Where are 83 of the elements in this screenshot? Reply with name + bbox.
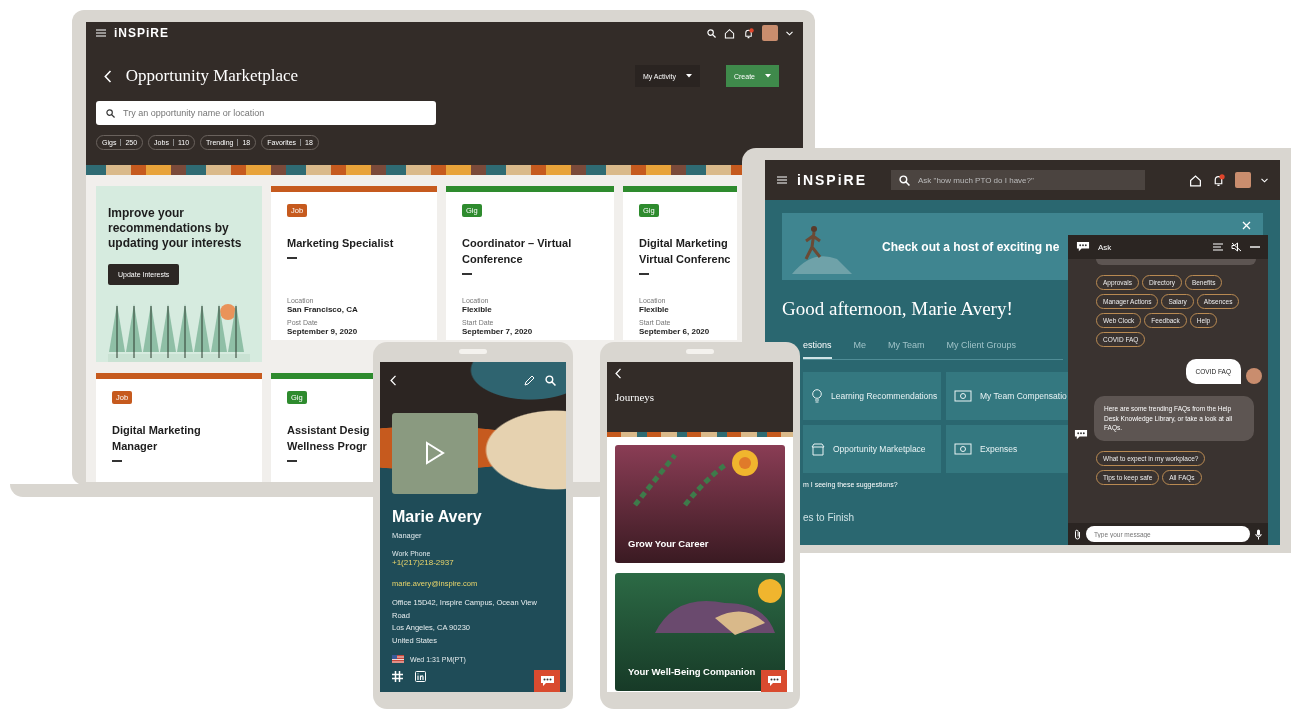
chat-button[interactable] xyxy=(534,670,560,692)
dash-mark xyxy=(287,257,297,259)
section-heading: es to Finish xyxy=(803,512,855,523)
chat-icon xyxy=(539,675,555,687)
back-chevron-icon[interactable] xyxy=(104,69,112,83)
notification-bell-icon[interactable] xyxy=(743,27,754,39)
chevron-down-icon[interactable] xyxy=(1261,177,1268,183)
tab[interactable]: Me xyxy=(853,340,867,359)
list-icon[interactable] xyxy=(1213,243,1223,251)
caret-down-icon xyxy=(765,74,771,78)
speaker-slot xyxy=(459,349,487,354)
dash-mark xyxy=(639,273,649,275)
tab[interactable]: My Client Groups xyxy=(946,340,1016,359)
shortcut-tile[interactable]: My Team Compensatio xyxy=(946,372,1068,420)
journey-title: Your Well-Being Companion xyxy=(628,666,756,677)
microphone-icon[interactable] xyxy=(1255,528,1262,540)
journey-title: Grow Your Career xyxy=(628,538,709,549)
avatar xyxy=(762,25,778,41)
money-icon xyxy=(954,443,972,455)
chevron-down-icon[interactable] xyxy=(786,30,793,36)
flag-icon xyxy=(392,655,404,663)
journey-card[interactable]: Your Well-Being Companion xyxy=(615,573,785,691)
edit-pencil-icon[interactable] xyxy=(524,374,535,386)
banner-text: Check out a host of exciting ne xyxy=(882,239,1060,254)
journey-card[interactable]: Grow Your Career xyxy=(615,445,785,563)
user-avatar xyxy=(1246,368,1262,384)
tab[interactable]: estions xyxy=(803,340,832,359)
paperclip-icon[interactable] xyxy=(1074,528,1081,540)
speaker-slot xyxy=(686,349,714,354)
person-name: Marie Avery xyxy=(392,508,483,526)
tab[interactable]: My Team xyxy=(888,340,925,359)
search-icon[interactable] xyxy=(106,108,115,118)
money-icon xyxy=(954,390,972,402)
menu-icon[interactable] xyxy=(96,29,106,37)
page-title: Opportunity Marketplace xyxy=(125,66,299,86)
hash-grid-icon[interactable] xyxy=(392,671,403,682)
app-logo: iNSPiRE xyxy=(797,172,867,188)
field-value: San Francisco, CA xyxy=(287,305,359,314)
notification-bell-icon[interactable] xyxy=(1212,173,1225,187)
chat-button[interactable] xyxy=(761,670,787,692)
shortcut-tile[interactable]: Expenses xyxy=(946,425,1068,473)
promo-text: Improve your recommendations by updating your interests xyxy=(108,206,243,251)
phone-number-link[interactable]: +1(217)218-2937 xyxy=(392,558,566,567)
search-icon[interactable] xyxy=(707,28,716,38)
menu-icon[interactable] xyxy=(777,176,787,184)
ask-search-field[interactable]: Ask "how much PTO do I have?" xyxy=(891,170,1145,190)
field-value: September 7, 2020 xyxy=(462,327,534,336)
chat-title: Ask xyxy=(1098,242,1112,252)
dash-mark xyxy=(287,460,297,462)
lightbulb-icon xyxy=(811,389,823,403)
search-field[interactable]: Try an opportunity name or location xyxy=(96,101,436,125)
screen-title: Journeys xyxy=(615,391,656,403)
dash-mark xyxy=(112,460,122,462)
search-icon[interactable] xyxy=(899,174,910,186)
card-title: Digital Marketing Manager xyxy=(112,423,202,454)
play-icon[interactable] xyxy=(425,441,445,466)
search-icon[interactable] xyxy=(545,374,556,386)
field-value: Flexible xyxy=(462,305,493,314)
card-title: Marketing Specialist xyxy=(287,236,395,251)
social-profile-icon[interactable] xyxy=(415,671,426,682)
field-value: September 9, 2020 xyxy=(287,327,359,336)
back-chevron-icon[interactable] xyxy=(390,374,397,386)
close-icon[interactable] xyxy=(1242,221,1251,230)
chat-icon xyxy=(766,675,782,687)
caret-down-icon xyxy=(686,74,692,78)
shortcut-tile[interactable]: Learning Recommendations xyxy=(803,372,941,420)
shortcut-tile[interactable]: Opportunity Marketplace xyxy=(803,425,941,473)
field-value: Flexible xyxy=(639,305,670,314)
bot-icon xyxy=(1074,429,1088,441)
home-icon[interactable] xyxy=(724,27,735,39)
greeting-heading: Good afternoon, Marie Avery! xyxy=(782,298,1013,320)
card-title: Coordinator – Virtual Conference xyxy=(462,236,573,267)
field-value: September 6, 2020 xyxy=(639,327,711,336)
chat-icon xyxy=(1076,241,1090,253)
card-title: Assistant Desig Wellness Progr xyxy=(287,423,371,454)
avatar xyxy=(1235,172,1251,188)
home-icon[interactable] xyxy=(1189,173,1202,187)
back-chevron-icon[interactable] xyxy=(615,368,622,379)
mute-icon[interactable] xyxy=(1231,242,1242,252)
card-title: Digital Marketing Virtual Conferenc xyxy=(639,236,732,267)
storefront-icon xyxy=(811,442,825,456)
app-logo: iNSPiRE xyxy=(114,26,169,40)
dash-mark xyxy=(462,273,472,275)
